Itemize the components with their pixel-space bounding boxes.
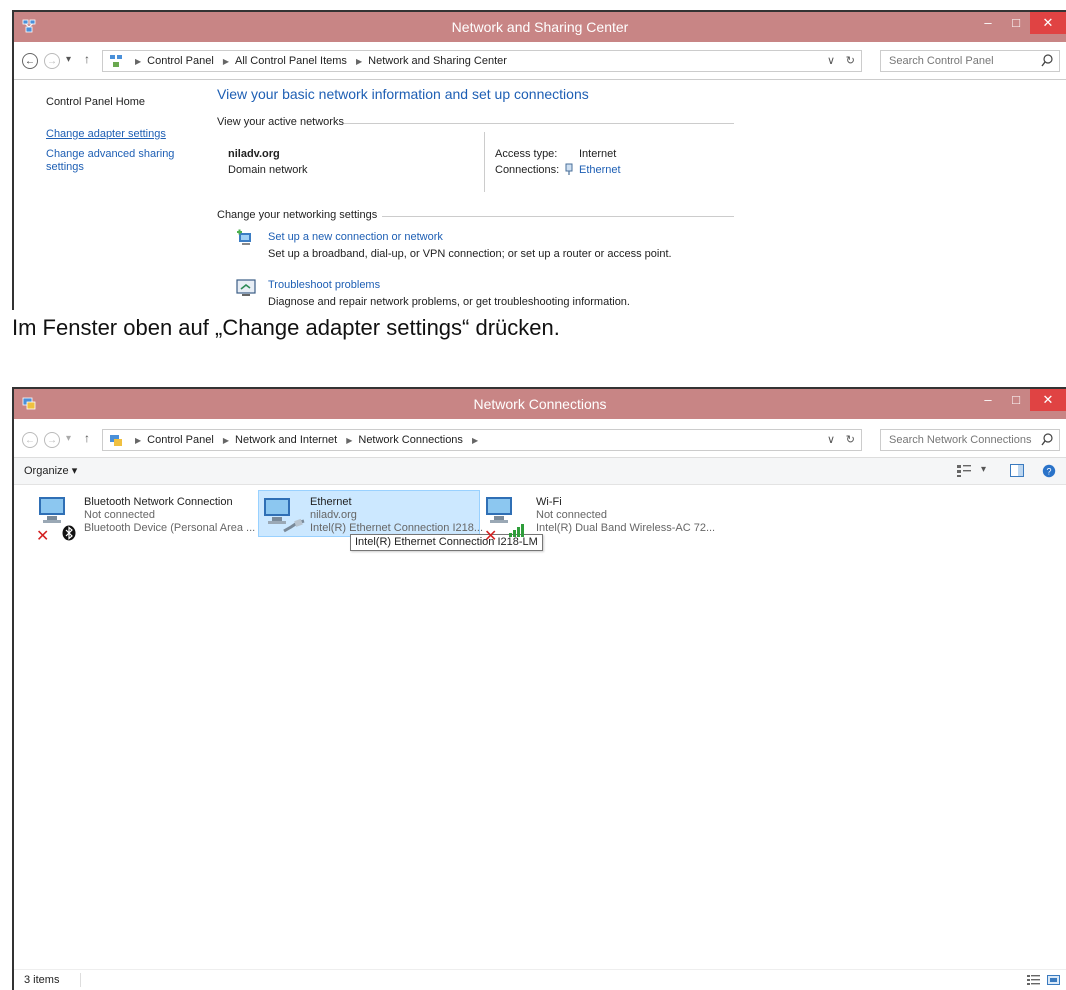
ethernet-connection-link[interactable]: Ethernet [579, 164, 621, 177]
address-row: ← → ▾ ↑ ▶ Control Panel ▶ Network and Inte… [14, 429, 1066, 453]
window-title: Network and Sharing Center [451, 19, 629, 35]
connection-name: Bluetooth Network Connection [84, 496, 233, 508]
change-settings-label: Change your networking settings [217, 209, 378, 221]
task-troubleshoot-desc: Diagnose and repair network problems, or… [268, 296, 630, 308]
close-button[interactable]: ✕ [1030, 389, 1066, 411]
breadcrumb-network-internet[interactable]: Network and Internet [235, 434, 337, 446]
breadcrumb-network-connections[interactable]: Network Connections [358, 434, 463, 446]
address-bar[interactable]: ▶ Control Panel ▶ Network and Internet ▶ Ne… [102, 429, 862, 451]
breadcrumb-control-panel[interactable]: Control Panel [147, 55, 214, 67]
disconnected-x-icon: ✕ [36, 528, 50, 545]
bluetooth-icon [62, 525, 76, 541]
refresh-icon[interactable]: ↻ [846, 433, 855, 446]
close-button[interactable]: ✕ [1030, 12, 1066, 34]
refresh-icon[interactable]: ↻ [846, 54, 855, 67]
connection-status: Not connected [84, 509, 155, 521]
maximize-button[interactable]: □ [1002, 12, 1030, 34]
minimize-button[interactable]: – [974, 12, 1002, 34]
command-bar: Organize ▾ ▾ ? [14, 457, 1066, 485]
network-sharing-center-window: Network and Sharing Center – □ ✕ ← → ▾ ↑… [12, 10, 1066, 310]
up-arrow-icon[interactable]: ↑ [84, 431, 90, 445]
recent-locations-icon[interactable]: ▾ [66, 54, 71, 65]
access-type-label: Access type: [495, 148, 558, 160]
connection-status: niladv.org [310, 509, 357, 521]
active-networks-label: View your active networks [217, 116, 344, 128]
breadcrumb-all-items[interactable]: All Control Panel Items [235, 55, 347, 67]
address-bar[interactable]: ▶ Control Panel ▶ All Control Panel Items … [102, 50, 862, 72]
minimize-button[interactable]: – [974, 389, 1002, 411]
search-box[interactable]: Search Network Connections [880, 429, 1060, 451]
network-connections-location-icon [110, 435, 122, 446]
ethernet-cable-icon [283, 519, 305, 533]
help-icon[interactable]: ? [1042, 464, 1056, 478]
details-view-icon[interactable] [1027, 974, 1040, 986]
svg-text:?: ? [1046, 467, 1051, 477]
address-dropdown-icon[interactable]: ∨ [827, 433, 835, 446]
connection-name: Ethernet [310, 496, 352, 508]
connection-device: Bluetooth Device (Personal Area ... [84, 522, 256, 534]
forward-button[interactable]: → [44, 53, 60, 69]
large-icons-view-icon[interactable] [1047, 974, 1060, 986]
sidebar-item-change-adapter-settings[interactable]: Change adapter settings [46, 128, 166, 141]
network-name: niladv.org [228, 148, 280, 160]
up-arrow-icon[interactable]: ↑ [84, 52, 90, 66]
wifi-signal-icon [509, 524, 524, 537]
network-adapter-icon [39, 497, 65, 523]
window-title: Network Connections [473, 396, 607, 412]
network-divider [484, 132, 485, 192]
organize-button[interactable]: Organize ▾ [24, 465, 77, 478]
search-icon [1041, 54, 1053, 67]
new-connection-icon [237, 229, 251, 245]
back-button[interactable]: ← [22, 53, 38, 69]
sidebar-control-panel-home[interactable]: Control Panel Home [46, 96, 145, 109]
ethernet-plug-icon [565, 163, 573, 175]
status-bar: 3 items [14, 969, 1066, 990]
task-setup-connection-desc: Set up a broadband, dial-up, or VPN conn… [268, 248, 672, 260]
search-placeholder: Search Control Panel [889, 55, 994, 67]
disconnected-x-icon: ✕ [484, 528, 498, 545]
network-location-icon [110, 55, 122, 67]
task-troubleshoot-link[interactable]: Troubleshoot problems [268, 279, 380, 292]
connection-name: Wi-Fi [536, 496, 562, 508]
troubleshoot-icon [236, 279, 256, 296]
page-heading: View your basic network information and … [217, 86, 589, 102]
title-bar[interactable]: Network and Sharing Center – □ ✕ [14, 12, 1066, 42]
address-dropdown-icon[interactable]: ∨ [827, 54, 835, 67]
breadcrumb: ▶ Control Panel ▶ Network and Internet ▶ Ne… [135, 434, 479, 446]
back-button[interactable]: ← [22, 432, 38, 448]
search-icon [1041, 433, 1053, 446]
breadcrumb-control-panel[interactable]: Control Panel [147, 434, 214, 446]
connection-item-ethernet[interactable]: Ethernet niladv.org Intel(R) Ethernet Co… [258, 490, 483, 537]
connection-device: Intel(R) Dual Band Wireless-AC 72... [536, 522, 716, 534]
title-bar[interactable]: Network Connections – □ ✕ [14, 389, 1066, 419]
instruction-caption: Im Fenster oben auf „Change adapter sett… [12, 315, 560, 340]
search-box[interactable]: Search Control Panel [880, 50, 1060, 72]
search-placeholder: Search Network Connections [889, 434, 1032, 446]
recent-locations-icon[interactable]: ▾ [66, 433, 71, 444]
view-options-dropdown-icon[interactable]: ▾ [981, 464, 986, 475]
task-setup-connection-link[interactable]: Set up a new connection or network [268, 231, 443, 244]
item-count: 3 items [24, 974, 60, 986]
breadcrumb: ▶ Control Panel ▶ All Control Panel Items … [135, 55, 507, 67]
network-type: Domain network [228, 164, 308, 176]
access-type-value: Internet [579, 148, 617, 160]
forward-button[interactable]: → [44, 432, 60, 448]
breadcrumb-network-sharing[interactable]: Network and Sharing Center [368, 55, 507, 67]
sidebar-item-change-advanced-sharing[interactable]: Change advanced sharing settings [46, 148, 186, 174]
connection-status: Not connected [536, 509, 607, 521]
connections-label: Connections: [495, 164, 560, 176]
network-connections-window: Network Connections – □ ✕ ← → ▾ ↑ ▶ Contr… [12, 387, 1066, 990]
preview-pane-icon[interactable] [1010, 464, 1024, 477]
change-view-icon[interactable] [956, 464, 972, 478]
maximize-button[interactable]: □ [1002, 389, 1030, 411]
address-row: ← → ▾ ↑ ▶ Control Panel ▶ All Control Pane… [14, 50, 1066, 74]
